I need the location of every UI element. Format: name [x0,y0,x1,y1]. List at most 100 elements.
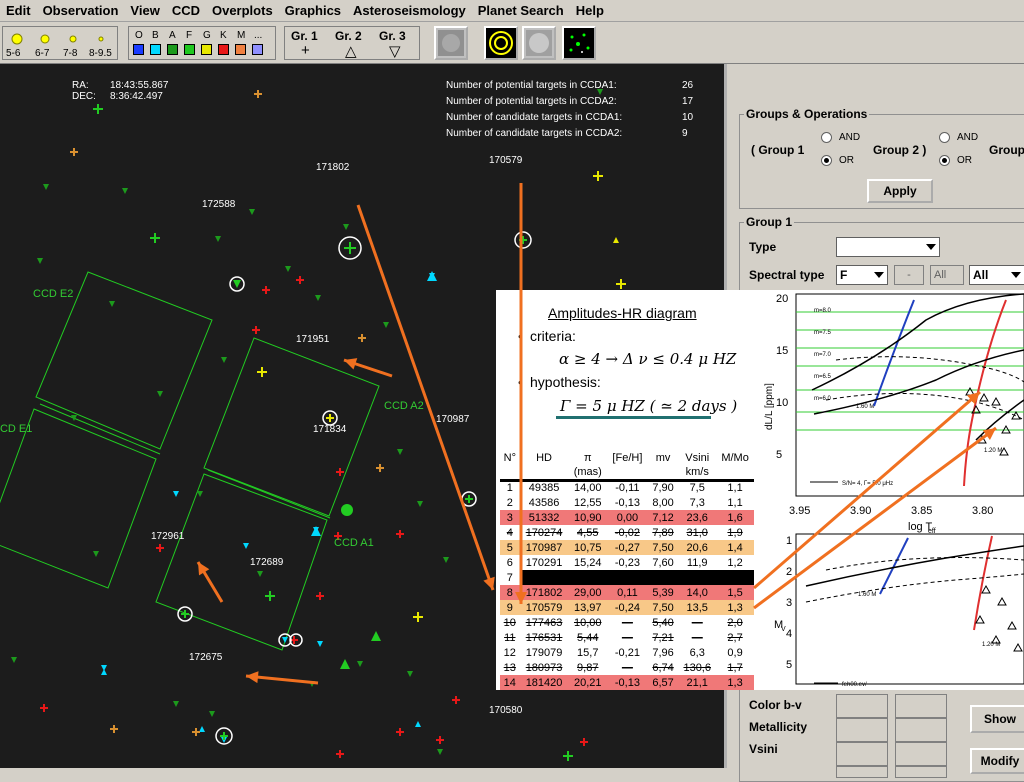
vsini-max-field[interactable] [895,742,947,766]
red-track-lower [973,535,993,631]
star-marker [436,736,444,744]
menu-overplots[interactable]: Overplots [206,3,279,18]
spectral-type-legend[interactable]: O B A F G K M... [128,26,276,60]
star-marker [192,728,200,736]
spectral-type-label: K [220,30,227,41]
image-view-button[interactable] [434,26,468,60]
star-marker [221,357,227,363]
ccd-field-icon [486,28,516,58]
star-170987 [465,495,473,503]
color-bv-label: Color b-v [749,698,802,712]
star-marker [343,224,349,230]
spectral-swatch [184,44,195,55]
star-marker [150,233,160,243]
group1-paren-label: ( Group 1 [751,143,805,157]
vsini-min-field[interactable] [836,742,888,766]
group3-label: Group [989,143,1024,157]
star-171802 [344,242,356,254]
spectral-type-combo[interactable]: F [836,265,888,285]
type-combo[interactable] [836,237,940,257]
menu-help[interactable]: Help [570,3,610,18]
star-marker [376,464,384,472]
ccd-label-e1: CCD E1 [0,423,33,435]
star-marker [262,286,270,294]
spectral-type-label: O [135,30,143,41]
star-field-button[interactable] [562,26,596,60]
or-radio-2[interactable] [939,155,950,166]
star-marker [122,188,128,194]
spectral-type-label: M [237,30,246,41]
star-172675 [220,732,228,740]
and-radio-2[interactable] [939,132,950,143]
evolution-track-lower [825,557,1024,571]
magnitude-line-label: m=6.0 [814,396,832,402]
show-button[interactable]: Show [970,705,1024,733]
group-legend[interactable]: Gr. 1 + Gr. 2 △ Gr. 3 ▽ [284,26,420,60]
evolution-track-lower [805,545,1024,587]
star-marker [37,258,43,264]
modify-button[interactable]: Modify [970,748,1024,774]
apply-button[interactable]: Apply [867,179,933,203]
spectral-range-combo[interactable]: All [969,265,1024,285]
bottom-y-tick: 5 [786,659,792,671]
color-bv-min-field[interactable] [836,694,888,718]
top-y-tick: 15 [776,345,788,357]
spectral-swatch [235,44,246,55]
metallicity-label: Metallicity [749,720,808,734]
spectral-all-field[interactable]: All [930,265,964,285]
type-label: Type [749,240,777,254]
group-symbol-icon: + [301,42,310,59]
target-triangle-lower [997,596,1007,606]
star-marker [563,751,573,761]
star-label-172961: 172961 [151,531,185,542]
metallicity-max-field[interactable] [895,718,947,742]
spectral-type-label: B [152,30,159,41]
spectral-type-value: F [840,268,848,282]
count-label-2: Number of candidate targets in CCDA1: [446,112,623,123]
group-symbol-icon: ▽ [389,43,401,60]
dec-label: DEC: [72,91,96,102]
metallicity-min-field[interactable] [836,718,888,742]
star-marker [417,501,423,507]
count-label-1: Number of potential targets in CCDA2: [446,96,617,107]
evolution-track [835,356,1024,383]
star-label-171834: 171834 [313,424,347,435]
menu-asteroseismology[interactable]: Asteroseismology [347,3,472,18]
and-radio-1[interactable] [821,132,832,143]
bottom-y-tick: 2 [786,566,792,578]
magnitude-line-label: m=7.5 [814,330,832,336]
spectral-dash-field[interactable]: - [894,265,924,285]
star-marker [311,526,321,536]
star-marker [243,543,249,549]
density-map-button[interactable] [522,26,556,60]
group1-title: Group 1 [744,215,795,229]
ccd-label-a2: CCD A2 [384,400,424,412]
star-171951 [326,414,334,422]
bottom-y-tick: 3 [786,597,792,609]
star-marker [110,725,118,733]
ccd-field-button[interactable] [484,26,518,60]
color-bv-max-field[interactable] [895,694,947,718]
count-value-1: 17 [682,96,694,107]
star-label-172588: 172588 [202,199,236,210]
star-marker [443,557,449,563]
star-marker [70,148,78,156]
star-171834 [341,504,353,516]
groups-operations-title: Groups & Operations [744,107,870,121]
menu-planet-search[interactable]: Planet Search [472,3,570,18]
star-marker [156,544,164,552]
menu-ccd[interactable]: CCD [166,3,206,18]
star-marker [209,711,215,717]
or-radio-1[interactable] [821,155,832,166]
star-marker [249,209,255,215]
magnitude-label-3: 8-9.5 [89,48,112,59]
count-label-3: Number of candidate targets in CCDA2: [446,128,623,139]
magnitude-line-label: m=7.0 [814,352,832,358]
menu-observation[interactable]: Observation [37,3,125,18]
menu-graphics[interactable]: Graphics [279,3,347,18]
menu-edit[interactable]: Edit [0,3,37,18]
menu-bar: Edit Observation View CCD Overplots Graphics A… [0,0,1024,22]
star-marker [415,721,421,727]
menu-view[interactable]: View [124,3,165,18]
magnitude-legend[interactable]: 5-6 6-7 7-8 8-9.5 [2,26,118,60]
